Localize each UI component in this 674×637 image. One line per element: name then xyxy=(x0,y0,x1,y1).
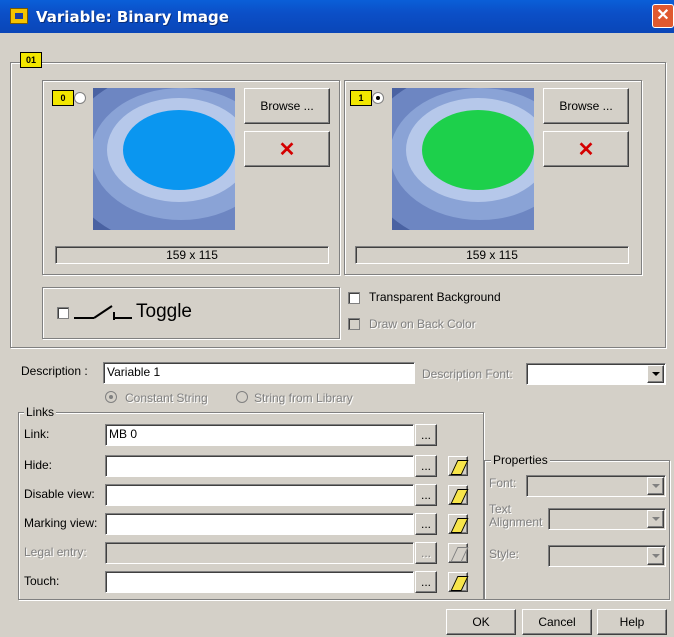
toggle-label: Toggle xyxy=(136,301,192,322)
state0-badge-icon: 0 xyxy=(52,90,74,106)
state1-badge-icon: 1 xyxy=(350,90,372,106)
disable-view-clear-button[interactable] xyxy=(448,485,469,505)
title-bar[interactable]: Variable: Binary Image ✕ xyxy=(0,0,674,33)
disable-view-input[interactable] xyxy=(105,484,414,506)
transparent-background-label: Transparent Background xyxy=(369,290,501,304)
text-alignment-dropdown-arrow[interactable] xyxy=(647,510,664,528)
disable-view-label: Disable view: xyxy=(24,487,95,501)
text-alignment-label-line2: Alignment xyxy=(489,515,543,529)
hide-browse-button[interactable]: ... xyxy=(415,455,437,477)
style-label: Style: xyxy=(489,547,520,561)
draw-on-back-color-checkbox[interactable] xyxy=(348,318,360,330)
transparent-background-checkbox[interactable] xyxy=(348,292,360,304)
help-button[interactable]: Help xyxy=(597,609,667,635)
state0-delete-button[interactable]: ✕ xyxy=(244,131,330,167)
marking-view-input[interactable] xyxy=(105,513,414,535)
switch-icon xyxy=(74,305,132,320)
link-label: Link: xyxy=(24,427,50,441)
touch-clear-button[interactable] xyxy=(448,572,469,592)
disable-view-browse-button[interactable]: ... xyxy=(415,484,437,506)
eraser-icon xyxy=(450,489,469,504)
state0-image-size: 159 x 115 xyxy=(55,246,329,264)
constant-string-radio[interactable] xyxy=(105,391,117,403)
state1-image-preview xyxy=(392,88,534,230)
touch-label: Touch: xyxy=(24,574,60,588)
legal-entry-browse-button[interactable]: ... xyxy=(415,542,437,564)
window-title: Variable: Binary Image xyxy=(36,8,229,26)
hide-input[interactable] xyxy=(105,455,414,477)
eraser-icon xyxy=(450,576,469,591)
link-input[interactable]: MB 0 xyxy=(105,424,414,446)
hide-label: Hide: xyxy=(24,458,53,472)
touch-browse-button[interactable]: ... xyxy=(415,571,437,593)
delete-x-icon: ✕ xyxy=(577,138,595,161)
eraser-icon xyxy=(450,460,469,475)
description-input[interactable]: Variable 1 xyxy=(103,362,415,384)
cancel-button[interactable]: Cancel xyxy=(522,609,592,635)
state0-radio[interactable] xyxy=(74,92,86,104)
legal-entry-clear-button[interactable] xyxy=(448,543,469,563)
state1-browse-button[interactable]: Browse ... xyxy=(543,88,629,124)
state1-fill-ellipse xyxy=(422,110,534,190)
legal-entry-label: Legal entry: xyxy=(24,545,87,559)
link-browse-button[interactable]: ... xyxy=(415,424,437,446)
state0-fill-ellipse xyxy=(123,110,235,190)
description-font-select[interactable] xyxy=(526,363,666,385)
style-dropdown-arrow[interactable] xyxy=(647,547,664,565)
close-button[interactable]: ✕ xyxy=(652,4,674,28)
touch-input[interactable] xyxy=(105,571,414,593)
eraser-icon xyxy=(450,518,469,533)
string-from-library-label: String from Library xyxy=(254,391,353,405)
state1-image-size: 159 x 115 xyxy=(355,246,629,264)
text-alignment-select[interactable] xyxy=(548,508,666,530)
state1-delete-button[interactable]: ✕ xyxy=(543,131,629,167)
hide-clear-button[interactable] xyxy=(448,456,469,476)
description-label: Description : xyxy=(21,364,88,378)
constant-string-label: Constant String xyxy=(125,391,208,405)
group-badge-icon: 01 xyxy=(20,52,42,68)
links-legend: Links xyxy=(24,405,57,419)
dialog-window: Variable: Binary Image ✕ 01 0 Browse ...… xyxy=(0,0,674,637)
legal-entry-input[interactable] xyxy=(105,542,414,564)
properties-legend: Properties xyxy=(491,453,550,467)
app-icon xyxy=(10,8,28,24)
toggle-checkbox[interactable] xyxy=(57,307,69,319)
state0-image-preview xyxy=(93,88,235,230)
text-alignment-label: Text Alignment xyxy=(489,503,542,529)
string-from-library-radio[interactable] xyxy=(236,391,248,403)
delete-x-icon: ✕ xyxy=(278,138,296,161)
state1-image-svg xyxy=(392,88,534,230)
marking-view-label: Marking view: xyxy=(24,516,98,530)
properties-font-select[interactable] xyxy=(526,475,666,497)
ok-button[interactable]: OK xyxy=(446,609,516,635)
state1-radio[interactable] xyxy=(372,92,384,104)
state0-browse-button[interactable]: Browse ... xyxy=(244,88,330,124)
properties-font-dropdown-arrow[interactable] xyxy=(647,477,664,495)
state0-image-svg xyxy=(93,88,235,230)
eraser-icon xyxy=(450,547,469,562)
description-font-dropdown-arrow[interactable] xyxy=(647,365,664,383)
marking-view-clear-button[interactable] xyxy=(448,514,469,534)
properties-font-label: Font: xyxy=(489,476,517,490)
draw-on-back-color-label: Draw on Back Color xyxy=(369,317,476,331)
marking-view-browse-button[interactable]: ... xyxy=(415,513,437,535)
description-font-label: Description Font: xyxy=(422,367,513,381)
style-select[interactable] xyxy=(548,545,666,567)
